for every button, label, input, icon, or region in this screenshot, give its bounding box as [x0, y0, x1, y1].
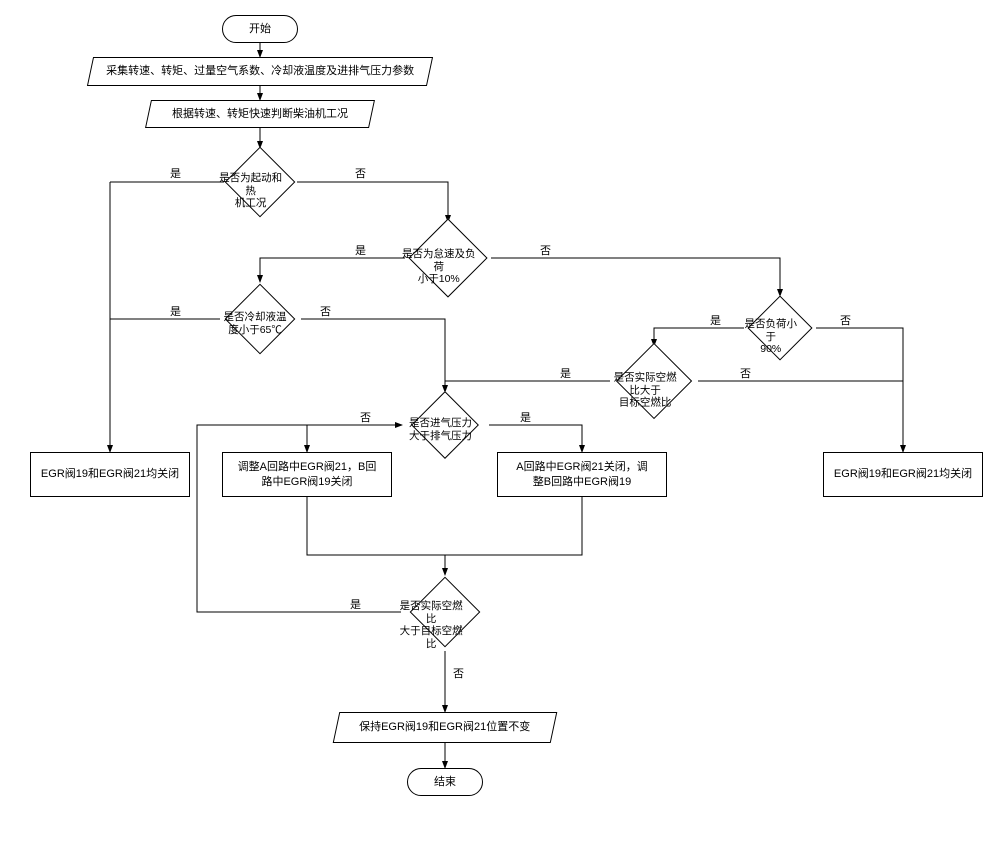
keep-position-io: 保持EGR阀19和EGR阀21位置不变 — [333, 712, 558, 743]
load90-decision: 是否负荷小于 90% — [747, 295, 812, 360]
dec-afr1-yes: 是 — [560, 365, 571, 381]
dec-afr2-no: 否 — [453, 665, 464, 681]
dec-coolant-no: 否 — [320, 303, 331, 319]
idle-load10-label: 是否为怠速及负荷 小于10% — [401, 248, 477, 286]
afr2-decision: 是否实际空燃比 大于目标空燃比 — [410, 577, 481, 648]
afr1-label: 是否实际空燃比大于 目标空燃比 — [609, 371, 682, 409]
keep-position-text: 保持EGR阀19和EGR阀21位置不变 — [359, 720, 530, 734]
dec1-no: 否 — [355, 165, 366, 181]
both-closed-left-text: EGR阀19和EGR阀21均关闭 — [41, 467, 179, 481]
adjust-b-text: A回路中EGR阀21关闭，调 整B回路中EGR阀19 — [516, 460, 647, 489]
coolant65-decision: 是否冷却液温 度小于65℃ — [225, 284, 296, 355]
dec-coolant-yes: 是 — [170, 303, 181, 319]
dec-idle-no: 否 — [540, 242, 551, 258]
intake-exhaust-label: 是否进气压力 大于排气压力 — [408, 417, 472, 442]
dec-afr1-no: 否 — [740, 365, 751, 381]
dec1-yes: 是 — [170, 165, 181, 181]
both-closed-left-process: EGR阀19和EGR阀21均关闭 — [30, 452, 190, 497]
load90-label: 是否负荷小于 90% — [740, 318, 802, 356]
collect-params-io: 采集转速、转矩、过量空气系数、冷却液温度及进排气压力参数 — [87, 57, 433, 86]
start-label: 开始 — [249, 22, 271, 36]
dec-intake-yes: 是 — [520, 409, 531, 425]
dec-afr2-yes: 是 — [350, 596, 361, 612]
dec-idle-yes: 是 — [355, 242, 366, 258]
idle-load10-decision: 是否为怠速及负荷 小于10% — [408, 218, 487, 297]
start-terminator: 开始 — [222, 15, 298, 43]
end-label: 结束 — [434, 775, 456, 789]
start-warmup-decision: 是否为起动和热 机工况 — [225, 147, 296, 218]
judge-condition-io: 根据转速、转矩快速判断柴油机工况 — [145, 100, 375, 128]
afr2-label: 是否实际空燃比 大于目标空燃比 — [398, 600, 465, 650]
collect-params-text: 采集转速、转矩、过量空气系数、冷却液温度及进排气压力参数 — [106, 64, 414, 78]
afr1-decision: 是否实际空燃比大于 目标空燃比 — [616, 343, 692, 419]
adjust-b-process: A回路中EGR阀21关闭，调 整B回路中EGR阀19 — [497, 452, 667, 497]
end-terminator: 结束 — [407, 768, 483, 796]
adjust-a-text: 调整A回路中EGR阀21，B回 路中EGR阀19关闭 — [238, 460, 377, 489]
both-closed-right-process: EGR阀19和EGR阀21均关闭 — [823, 452, 983, 497]
both-closed-right-text: EGR阀19和EGR阀21均关闭 — [834, 467, 972, 481]
dec-load90-no: 否 — [840, 312, 851, 328]
intake-exhaust-decision: 是否进气压力 大于排气压力 — [411, 391, 479, 459]
adjust-a-process: 调整A回路中EGR阀21，B回 路中EGR阀19关闭 — [222, 452, 392, 497]
dec-intake-no: 否 — [360, 409, 371, 425]
dec-load90-yes: 是 — [710, 312, 721, 328]
judge-condition-text: 根据转速、转矩快速判断柴油机工况 — [172, 107, 348, 121]
coolant65-label: 是否冷却液温 度小于65℃ — [222, 311, 289, 336]
start-warmup-label: 是否为起动和热 机工况 — [218, 172, 285, 210]
